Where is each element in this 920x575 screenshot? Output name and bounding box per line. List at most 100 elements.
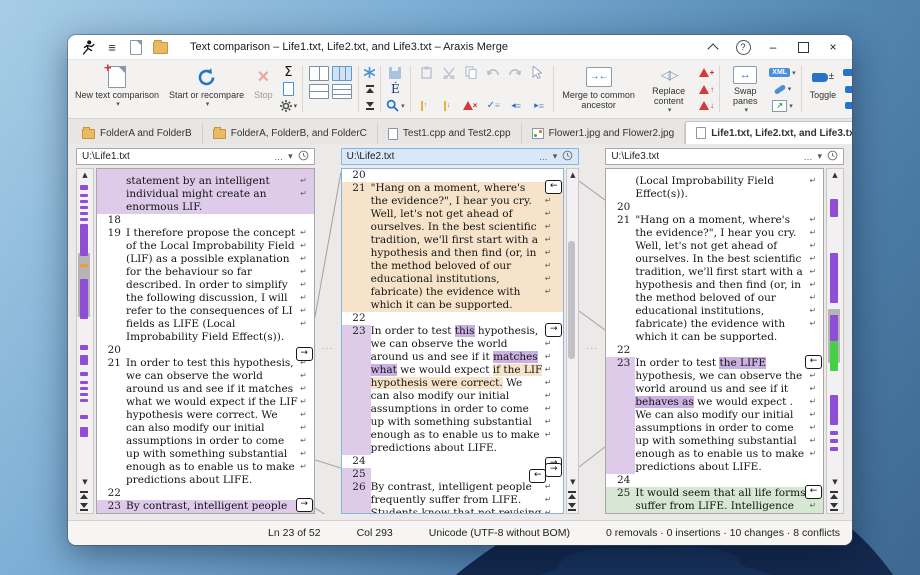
scroll-up-icon[interactable]: ▲ — [77, 170, 93, 180]
redo-icon[interactable] — [506, 66, 523, 80]
previous-bookmark-icon[interactable]: ↑ — [843, 82, 852, 97]
toolbar: + New text comparison Start or recompare… — [68, 59, 852, 119]
scrollbar-thumb[interactable] — [568, 241, 575, 359]
merge-left-button[interactable] — [805, 485, 822, 499]
chevron-down-icon[interactable]: ▾ — [288, 151, 293, 162]
next-change-button[interactable] — [568, 503, 576, 511]
pane3-editor[interactable]: (Local Improbability Field Effect(s)).↵ … — [605, 168, 824, 514]
report-document-icon[interactable] — [280, 82, 298, 97]
pane1-overview-strip[interactable]: ▲ ▼ — [76, 168, 94, 514]
next-conflict-icon[interactable]: ↓ — [699, 98, 715, 113]
ribbon-collapse-button[interactable] — [698, 36, 728, 58]
accept-changes-icon[interactable]: ✓≡ — [485, 99, 502, 113]
scroll-to-bottom-icon[interactable] — [364, 98, 375, 113]
tab-foldera-folderb-and-folderc[interactable]: FolderA, FolderB, and FolderC — [203, 123, 378, 144]
link-lines-icon[interactable] — [769, 82, 795, 97]
ellipsis-icon[interactable]: … — [274, 152, 283, 162]
next-change-button[interactable] — [80, 503, 88, 511]
history-clock-icon[interactable] — [298, 150, 309, 163]
swap-panes-button[interactable]: ↔ Swap panes — [723, 62, 767, 116]
merge-left-button[interactable] — [545, 180, 562, 194]
help-button[interactable]: ? — [728, 36, 758, 58]
options-gear-icon[interactable] — [280, 98, 298, 113]
new-comparison-icon[interactable] — [126, 37, 146, 57]
undo-icon[interactable] — [484, 66, 501, 80]
unindent-icon[interactable]: ◂≡ — [508, 99, 525, 113]
save-icon[interactable] — [386, 65, 405, 80]
tab-foldera-and-folderb[interactable]: FolderA and FolderB — [72, 123, 203, 144]
xml-view-button[interactable]: XML — [769, 65, 795, 80]
select-pointer-icon[interactable] — [528, 66, 545, 80]
synchronize-scrolling-icon[interactable] — [364, 65, 375, 80]
paste-icon[interactable] — [418, 66, 435, 80]
report-sigma-icon[interactable]: Σ — [280, 65, 298, 80]
merge-left-button[interactable] — [805, 355, 822, 369]
history-clock-icon[interactable] — [827, 150, 838, 163]
previous-change-button[interactable] — [568, 491, 576, 499]
open-folder-icon[interactable] — [150, 37, 170, 57]
stop-button[interactable]: × Stop — [249, 62, 278, 116]
history-clock-icon[interactable] — [562, 150, 573, 163]
ellipsis-icon[interactable]: … — [539, 152, 548, 162]
cut-icon[interactable] — [440, 66, 457, 80]
merge-right-button[interactable] — [296, 498, 313, 512]
find-icon[interactable] — [386, 98, 405, 113]
merge-right-button[interactable] — [545, 463, 562, 477]
bookmark-list-icon[interactable]: ⋯ — [843, 65, 852, 80]
pane2-editor[interactable]: 20 21"Hang on a moment, where's the evid… — [341, 168, 565, 514]
pane2-scrollbar[interactable]: ▲ ▼ — [566, 168, 579, 514]
pane3-path: U:\Life3.txt — [611, 151, 798, 162]
tab-flower1-and-flower2[interactable]: Flower1.jpg and Flower2.jpg — [522, 123, 686, 144]
three-pane-vertical-layout-button[interactable] — [332, 66, 352, 81]
open-in-new-window-icon[interactable]: ↗ — [769, 98, 795, 113]
next-change-button[interactable] — [830, 503, 838, 511]
splitter-handle[interactable]: ··· — [322, 343, 334, 353]
pane2-path-header[interactable]: U:\Life2.txt … ▾ — [341, 148, 580, 165]
text-line: 22 — [342, 312, 564, 325]
replace-content-button[interactable]: ◁▷ Replace content — [641, 62, 697, 116]
two-pane-vertical-layout-button[interactable] — [309, 66, 329, 81]
pane1-path-header[interactable]: U:\Life1.txt … ▾ — [76, 148, 315, 165]
merge-to-common-ancestor-button[interactable]: →← Merge to common ancestor — [557, 62, 641, 116]
previous-change-button[interactable] — [830, 491, 838, 499]
three-pane-horizontal-layout-button[interactable] — [332, 84, 352, 99]
merge-left-button[interactable] — [529, 469, 546, 483]
next-bookmark-icon[interactable]: ↓ — [843, 98, 852, 113]
close-button[interactable]: × — [818, 36, 848, 58]
chevron-down-icon[interactable]: ▾ — [553, 151, 558, 162]
pane3-path-header[interactable]: U:\Life3.txt … ▾ — [605, 148, 844, 165]
pane3-overview-strip[interactable]: ▲ ▼ — [826, 168, 844, 514]
merge-right-button[interactable] — [545, 323, 562, 337]
add-conflict-icon[interactable]: + — [699, 65, 715, 80]
remove-conflict-icon[interactable]: × — [462, 99, 479, 113]
next-change-marker-icon[interactable]: ↓ — [439, 99, 456, 113]
menu-icon[interactable]: ≡ — [102, 37, 122, 57]
splitter-handle[interactable]: ··· — [586, 343, 598, 353]
indent-icon[interactable]: ▸≡ — [531, 99, 548, 113]
previous-change-button[interactable] — [80, 491, 88, 499]
scroll-down-icon[interactable]: ▼ — [567, 477, 578, 487]
merge-right-button[interactable] — [296, 347, 313, 361]
ellipsis-icon[interactable]: … — [803, 152, 812, 162]
minimize-button[interactable]: – — [758, 36, 788, 58]
pane2-path: U:\Life2.txt — [347, 151, 534, 162]
new-text-comparison-button[interactable]: + New text comparison — [70, 62, 164, 116]
toggle-bookmark-button[interactable]: ± Toggle — [805, 62, 842, 116]
start-or-recompare-button[interactable]: Start or recompare — [164, 62, 249, 116]
maximize-button[interactable] — [788, 36, 818, 58]
copy-icon[interactable] — [462, 66, 479, 80]
scroll-up-icon[interactable]: ▲ — [827, 170, 843, 180]
two-pane-horizontal-layout-button[interactable] — [309, 84, 329, 99]
scroll-up-icon[interactable]: ▲ — [567, 170, 578, 180]
report-options-group: Σ — [278, 62, 300, 116]
scroll-down-icon[interactable]: ▼ — [77, 477, 93, 487]
previous-change-marker-icon[interactable]: ↑ — [416, 99, 433, 113]
scroll-down-icon[interactable]: ▼ — [827, 477, 843, 487]
pane1-editor[interactable]: statement by an intelligent individual m… — [96, 168, 315, 514]
previous-conflict-icon[interactable]: ↑ — [699, 82, 715, 97]
character-encoding-button[interactable]: É — [386, 82, 405, 97]
chevron-down-icon[interactable]: ▾ — [817, 151, 822, 162]
tab-test1-and-test2[interactable]: Test1.cpp and Test2.cpp — [378, 123, 522, 144]
scroll-to-top-icon[interactable] — [364, 82, 375, 97]
tab-life1-life2-life3[interactable]: Life1.txt, Life2.txt, and Life3.txt — [685, 121, 852, 144]
